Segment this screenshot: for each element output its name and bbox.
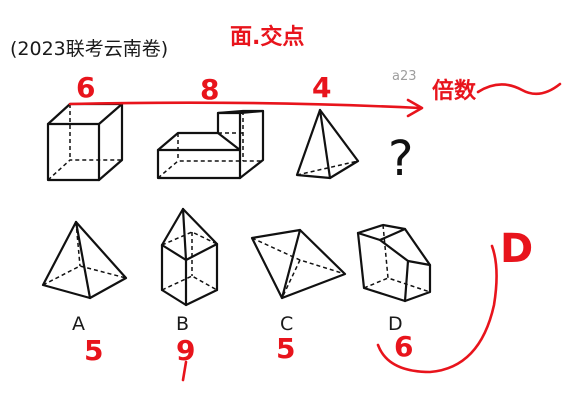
option-b-shape [160,207,219,307]
annotation-answer: D [500,226,533,272]
rule-note-flourish [476,82,562,96]
figure-triangular-pyramid [295,108,360,180]
question-source: (2023联考云南卷) [10,38,168,60]
annotation-count-1: 6 [76,71,95,104]
annotation-rule-note: 倍数 [432,78,477,104]
annotation-header-note: 面.交点 [230,24,304,50]
missing-figure-mark: ? [388,131,413,187]
puzzle-svg: (2023联考云南卷) a23 ? A B C D 面.交点 6 8 4 倍数 … [10,24,562,382]
option-a-label: A [72,313,85,335]
annotation-option-c-count: 5 [276,332,295,365]
option-d-shape [356,223,432,303]
option-b-label: B [176,313,189,335]
figure-l-prism [156,109,265,180]
option-c-shape [250,228,347,300]
annotation-count-2: 8 [200,73,219,106]
annotation-count-3: 4 [312,71,331,104]
watermark-text: a23 [392,69,417,84]
annotation-option-d-count: 6 [394,330,413,363]
figure-cube [46,102,124,182]
option-a-shape [41,220,128,300]
annotation-layer: 面.交点 6 8 4 倍数 5 9 5 6 D [68,24,562,382]
annotation-option-a-count: 5 [84,334,103,367]
puzzle-canvas: (2023联考云南卷) a23 ? A B C D 面.交点 6 8 4 倍数 … [0,0,574,405]
